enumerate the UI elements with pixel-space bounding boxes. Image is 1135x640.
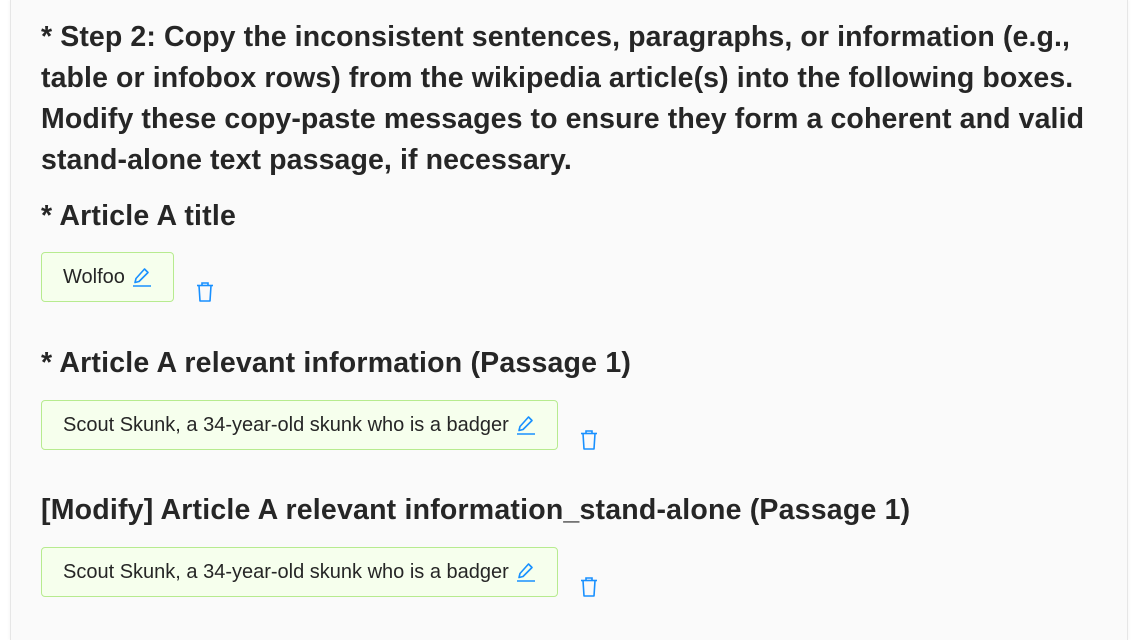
article-a-modify-heading: [Modify] Article A relevant information_… [41, 494, 911, 526]
edit-icon[interactable] [516, 414, 536, 436]
article-a-info-tag: Scout Skunk, a 34-year-old skunk who is … [41, 400, 558, 450]
article-a-modify-row: Scout Skunk, a 34-year-old skunk who is … [41, 546, 599, 598]
article-a-title-row: Wolfoo [41, 251, 215, 303]
article-a-info-value: Scout Skunk, a 34-year-old skunk who is … [63, 413, 509, 436]
article-a-modify-value: Scout Skunk, a 34-year-old skunk who is … [63, 560, 509, 583]
edit-icon[interactable] [516, 561, 536, 583]
article-a-info-heading: * Article A relevant information (Passag… [41, 347, 632, 379]
step-2-instructions: * Step 2: Copy the inconsistent sentence… [41, 21, 1085, 176]
delete-icon[interactable] [195, 281, 215, 303]
article-a-title-tag: Wolfoo [41, 252, 174, 302]
article-a-title-value: Wolfoo [63, 265, 125, 288]
delete-icon[interactable] [579, 576, 599, 598]
form-panel: * Step 2: Copy the inconsistent sentence… [10, 0, 1128, 640]
delete-icon[interactable] [579, 429, 599, 451]
article-a-modify-tag: Scout Skunk, a 34-year-old skunk who is … [41, 547, 558, 597]
article-a-title-heading: * Article A title [41, 200, 237, 232]
edit-icon[interactable] [132, 266, 152, 288]
article-a-info-row: Scout Skunk, a 34-year-old skunk who is … [41, 399, 599, 451]
form-content: * Step 2: Copy the inconsistent sentence… [41, 0, 1111, 597]
